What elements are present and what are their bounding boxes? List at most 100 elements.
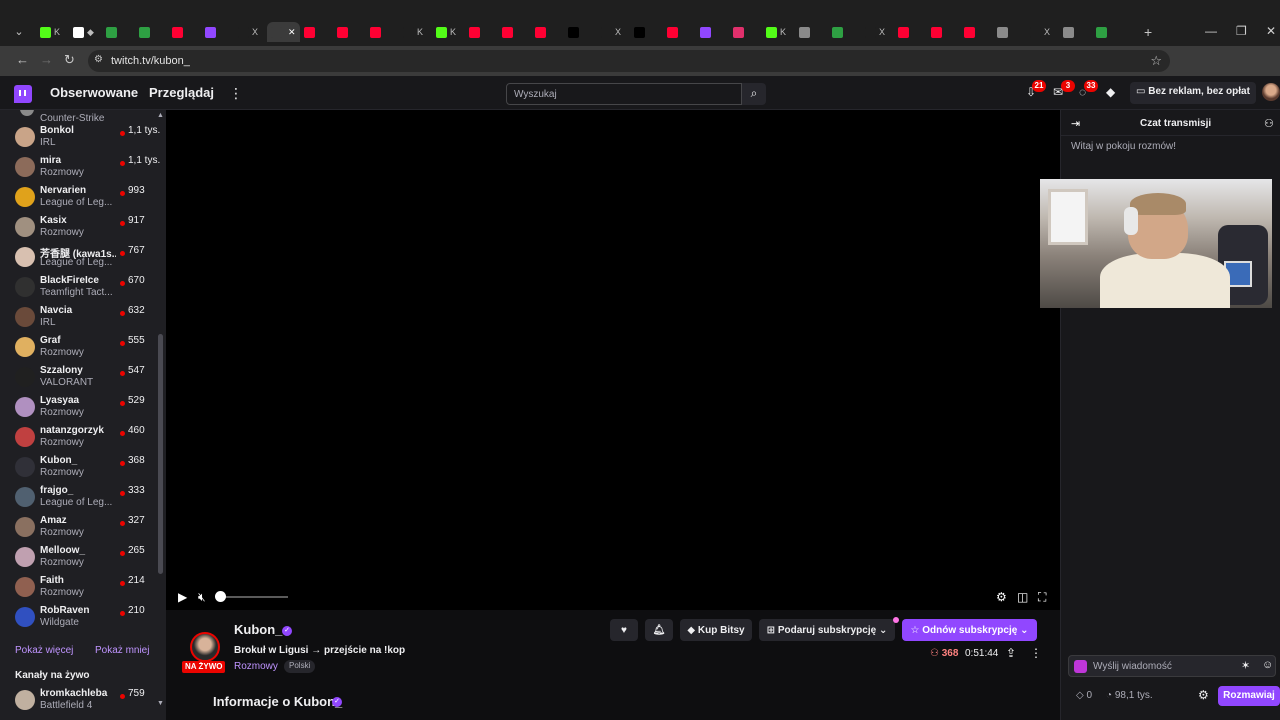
- sidebar-channel-row[interactable]: Nervarien League of Leg... 993: [0, 182, 160, 212]
- user-avatar[interactable]: [1262, 83, 1280, 101]
- sidebar-channel-row[interactable]: mira Rozmowy 1,1 tys.: [0, 152, 160, 182]
- chat-input[interactable]: Wyślij wiadomość ✶ ☺: [1068, 655, 1276, 677]
- back-icon[interactable]: ←: [16, 52, 29, 67]
- sidebar-channel-row[interactable]: RobRaven Wildgate 210: [0, 602, 160, 632]
- browser-tab[interactable]: [465, 22, 498, 42]
- sidebar-channel-row[interactable]: Graf Rozmowy 555: [0, 332, 160, 362]
- scroll-up-icon[interactable]: ▲: [157, 112, 164, 119]
- bits-balance[interactable]: ◇ 0: [1076, 690, 1092, 701]
- tab-search-icon[interactable]: ⌄: [10, 24, 28, 40]
- browser-tab[interactable]: [1092, 22, 1125, 42]
- browser-tab[interactable]: K: [762, 22, 795, 42]
- browser-tab[interactable]: [927, 22, 960, 42]
- sidebar-channel-row[interactable]: Melloow_ Rozmowy 265: [0, 542, 160, 572]
- language-tag[interactable]: Polski: [284, 660, 316, 673]
- resub-button[interactable]: ☆ Odnów subskrypcję ⌄: [902, 619, 1037, 641]
- sidebar-channel-row[interactable]: 芳香腿 (kawa1s... League of Leg... 767: [0, 242, 160, 272]
- browser-tab[interactable]: [531, 22, 564, 42]
- browser-tab[interactable]: [663, 22, 696, 42]
- bookmark-star-icon[interactable]: ☆: [1150, 53, 1162, 69]
- sidebar-scrollbar[interactable]: [158, 334, 163, 574]
- bits-icon[interactable]: ◆: [1106, 85, 1115, 99]
- sidebar-channel-row[interactable]: Lyasyaa Rozmowy 529: [0, 392, 160, 422]
- browser-tab[interactable]: [201, 22, 234, 42]
- close-window-icon[interactable]: ✕: [1266, 24, 1276, 38]
- reload-icon[interactable]: ↻: [64, 52, 75, 68]
- sidebar-channel-row[interactable]: Kubon_ Rozmowy 368: [0, 452, 160, 482]
- sidebar-channel-row[interactable]: Navcia IRL 632: [0, 302, 160, 332]
- restore-icon[interactable]: ❐: [1236, 24, 1247, 38]
- browser-tab[interactable]: [564, 22, 597, 42]
- browser-tab[interactable]: X: [861, 22, 894, 42]
- settings-gear-icon[interactable]: ⚙: [996, 590, 1007, 604]
- show-more-link[interactable]: Pokaż więcej: [15, 645, 73, 656]
- ad-free-button[interactable]: ▭ Bez reklam, bez opłat: [1130, 82, 1256, 104]
- follow-heart-button[interactable]: ♥: [610, 619, 638, 641]
- channel-avatar[interactable]: [20, 110, 34, 116]
- emote-picker-icon[interactable]: ☺: [1262, 659, 1273, 671]
- browser-tab[interactable]: K: [36, 22, 69, 42]
- browser-tab[interactable]: [366, 22, 399, 42]
- gift-sub-button[interactable]: ⊞ Podaruj subskrypcję ⌄: [759, 619, 895, 641]
- browser-tab[interactable]: [168, 22, 201, 42]
- mute-icon[interactable]: 🔇︎: [198, 590, 206, 605]
- forward-icon[interactable]: →: [40, 52, 53, 67]
- browser-tab[interactable]: X: [234, 22, 267, 42]
- streamer-avatar[interactable]: [190, 632, 220, 662]
- browser-tab[interactable]: [630, 22, 663, 42]
- browser-tab[interactable]: [696, 22, 729, 42]
- notify-bell-button[interactable]: 🔔︎: [645, 619, 673, 641]
- browser-tab[interactable]: [135, 22, 168, 42]
- video-player[interactable]: [166, 110, 1060, 610]
- sidebar-channel-row[interactable]: natanzgorzyk Rozmowy 460: [0, 422, 160, 452]
- scroll-down-icon[interactable]: ▼: [157, 700, 164, 707]
- browser-tab[interactable]: [993, 22, 1026, 42]
- play-icon[interactable]: ▶: [178, 590, 187, 604]
- chat-send-button[interactable]: Rozmawiaj: [1218, 686, 1280, 706]
- channel-points[interactable]: ◔ 98,1 tys.: [1106, 690, 1153, 701]
- browser-tab[interactable]: ◆: [69, 22, 102, 42]
- browser-tab[interactable]: X: [597, 22, 630, 42]
- browser-tab[interactable]: [498, 22, 531, 42]
- sidebar-channel-row[interactable]: frajgo_ League of Leg... 333: [0, 482, 160, 512]
- theatre-mode-icon[interactable]: ◫: [1017, 590, 1028, 604]
- browser-tab[interactable]: [795, 22, 828, 42]
- url-field[interactable]: ⚙ twitch.tv/kubon_ ☆: [88, 50, 1170, 72]
- browser-tab[interactable]: [828, 22, 861, 42]
- buy-bits-button[interactable]: ◆ Kup Bitsy: [680, 619, 752, 641]
- search-icon[interactable]: ⌕: [742, 83, 766, 105]
- show-less-link[interactable]: Pokaż mniej: [95, 645, 149, 656]
- more-options-icon[interactable]: ⋮: [1030, 646, 1042, 660]
- minimize-icon[interactable]: —: [1205, 24, 1217, 38]
- fullscreen-icon[interactable]: ⛶: [1038, 590, 1046, 605]
- browser-tab[interactable]: [960, 22, 993, 42]
- celebrate-icon[interactable]: ✶: [1241, 659, 1250, 672]
- sidebar-channel-row[interactable]: Faith Rozmowy 214: [0, 572, 160, 602]
- browser-tab[interactable]: K: [399, 22, 432, 42]
- live-channel-row[interactable]: kromkachleba Battlefield 4 759: [0, 685, 160, 715]
- sidebar-channel-row[interactable]: Bonkol IRL 1,1 tys.: [0, 122, 160, 152]
- sidebar-channel-row[interactable]: Kasix Rozmowy 917: [0, 212, 160, 242]
- browser-tab[interactable]: ✕: [267, 22, 300, 42]
- sidebar-channel-row[interactable]: Amaz Rozmowy 327: [0, 512, 160, 542]
- nav-browse[interactable]: Przeglądaj: [149, 85, 214, 100]
- sidebar-channel-row[interactable]: BlackFireIce Teamfight Tact... 670: [0, 272, 160, 302]
- collapse-chat-icon[interactable]: ⇥: [1071, 117, 1080, 130]
- sidebar-channel-row[interactable]: Szzalony VALORANT 547: [0, 362, 160, 392]
- browser-tab[interactable]: [729, 22, 762, 42]
- site-info-icon[interactable]: ⚙: [94, 54, 103, 65]
- twitch-logo-icon[interactable]: [14, 85, 32, 103]
- browser-tab[interactable]: X: [1026, 22, 1059, 42]
- browser-tab[interactable]: [1059, 22, 1092, 42]
- stream-category[interactable]: Rozmowy: [234, 661, 278, 672]
- more-menu-icon[interactable]: ⋮: [229, 85, 243, 102]
- share-icon[interactable]: ⇪: [1006, 646, 1016, 660]
- tab-close-icon[interactable]: ✕: [288, 27, 296, 38]
- community-icon[interactable]: ⚇: [1264, 117, 1274, 130]
- chat-settings-icon[interactable]: ⚙: [1198, 688, 1209, 702]
- browser-tab[interactable]: [102, 22, 135, 42]
- volume-slider-handle[interactable]: [215, 591, 226, 602]
- browser-tab[interactable]: [300, 22, 333, 42]
- new-tab-icon[interactable]: +: [1144, 24, 1152, 40]
- nav-following[interactable]: Obserwowane: [50, 85, 138, 100]
